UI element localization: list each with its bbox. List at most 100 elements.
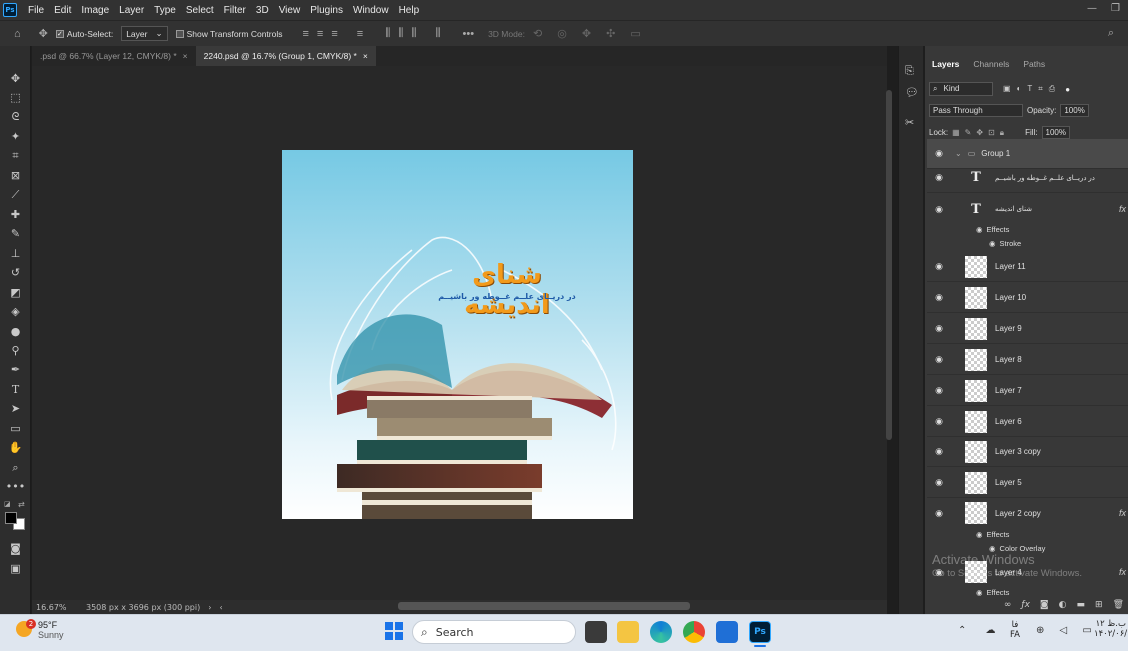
tab-paths[interactable]: Paths — [1016, 59, 1052, 69]
layer-item[interactable]: ◉ Layer 10 — [927, 283, 1128, 313]
eye-icon[interactable]: ◉ — [929, 204, 949, 215]
store-icon[interactable] — [716, 621, 738, 643]
eye-icon[interactable]: ◉ — [929, 323, 949, 334]
horizontal-scrollbar[interactable] — [398, 602, 690, 610]
fx-icon[interactable]: fx — [1119, 508, 1126, 518]
eye-icon[interactable]: ◉ — [929, 172, 949, 183]
opacity-field[interactable]: 100% — [1060, 104, 1089, 117]
kind-filter-dropdown[interactable]: ⌕ Kind — [929, 82, 993, 96]
eye-icon[interactable]: ◉ — [929, 148, 949, 159]
eraser-icon[interactable]: ◩ — [7, 284, 24, 301]
eye-icon[interactable]: ◉ — [929, 385, 949, 396]
hand-tool-icon[interactable]: ✋ — [7, 439, 24, 456]
auto-select-dropdown[interactable]: Layer ⌄ — [121, 26, 168, 41]
tray-icons[interactable]: ⌃ ☁ — [958, 625, 1004, 636]
menu-select[interactable]: Select — [181, 5, 219, 16]
menu-edit[interactable]: Edit — [49, 5, 76, 16]
lasso-tool-icon[interactable]: ᘓ — [7, 108, 24, 125]
eye-icon[interactable]: ◉ — [929, 446, 949, 457]
more-options-icon[interactable]: ••• — [463, 28, 475, 40]
vertical-scrollbar[interactable] — [886, 90, 892, 440]
windows-start-icon[interactable] — [385, 622, 403, 640]
eye-icon[interactable]: ◉ — [929, 354, 949, 365]
quick-mask-icon[interactable]: ◙ — [7, 540, 24, 557]
menu-3d[interactable]: 3D — [251, 5, 274, 16]
filter-type-icons[interactable]: ▣◐T⌗⎙ — [1003, 84, 1061, 94]
move-tool-icon[interactable]: ✥ — [7, 70, 24, 87]
zoom-tool-icon[interactable]: ⌕ — [7, 459, 24, 476]
search-icon[interactable]: ⌕ — [1108, 27, 1114, 40]
layer-item[interactable]: ◉ Layer 7 — [927, 376, 1128, 406]
task-view-icon[interactable] — [585, 621, 607, 643]
stroke-effect-row[interactable]: ◉ Stroke — [989, 239, 1021, 248]
new-layer-icon[interactable]: ⊞ — [1095, 600, 1103, 610]
menu-type[interactable]: Type — [149, 5, 181, 16]
healing-brush-icon[interactable]: ✚ — [7, 206, 24, 223]
fx-icon[interactable]: fx — [1119, 567, 1126, 577]
photoshop-taskbar-icon[interactable]: Ps — [749, 621, 771, 643]
screen-mode-icon[interactable]: ▣ — [7, 560, 24, 577]
home-icon[interactable]: ⌂ — [14, 28, 21, 40]
fx-icon[interactable]: fx — [1119, 204, 1126, 214]
effects-row[interactable]: ◉ Effects — [976, 225, 1009, 234]
file-explorer-icon[interactable] — [617, 621, 639, 643]
eye-icon[interactable]: ◉ — [976, 530, 983, 539]
eye-icon[interactable]: ◉ — [976, 588, 983, 597]
move-tool-icon[interactable]: ✥ — [39, 27, 48, 40]
menu-image[interactable]: Image — [76, 5, 114, 16]
auto-select-checkbox[interactable]: ✓ Auto-Select: — [55, 29, 113, 39]
history-brush-icon[interactable]: ↺ — [7, 264, 24, 281]
close-icon[interactable]: × — [363, 51, 368, 61]
magic-wand-icon[interactable]: ✦ — [7, 128, 24, 145]
layer-item[interactable]: ◉ Layer 5 — [927, 468, 1128, 498]
foreground-color-swatch[interactable] — [5, 512, 17, 524]
path-select-icon[interactable]: ➤ — [7, 400, 24, 417]
swap-colors-icon[interactable]: ⇄ — [18, 500, 25, 509]
effects-row[interactable]: ◉ Effects — [976, 530, 1009, 539]
dodge-tool-icon[interactable]: ⚲ — [7, 342, 24, 359]
properties-icon[interactable]: ✂ — [905, 116, 914, 129]
clock[interactable]: ۱۲ ب.ظ ۱۴۰۲/۰۶/۰۵ — [1094, 619, 1128, 639]
menu-help[interactable]: Help — [394, 5, 425, 16]
layer-item[interactable]: ◉ Layer 11 — [927, 252, 1128, 282]
fill-field[interactable]: 100% — [1041, 126, 1070, 139]
system-tray-icons[interactable]: ⊕ ◁ ▭ — [1036, 625, 1098, 636]
add-style-icon[interactable]: ƒx — [1021, 600, 1030, 610]
eye-icon[interactable]: ◉ — [976, 225, 983, 234]
menu-layer[interactable]: Layer — [114, 5, 149, 16]
menu-view[interactable]: View — [274, 5, 306, 16]
minimize-icon[interactable]: — — [1087, 3, 1097, 14]
chrome-icon[interactable] — [683, 621, 705, 643]
tab-document-2[interactable]: 2240.psd @ 16.7% (Group 1, CMYK/8) * × — [195, 46, 376, 66]
more-tools-icon[interactable]: ••• — [6, 478, 25, 495]
align-icons[interactable]: ≡≡≡ ≡ — [302, 28, 371, 40]
menu-window[interactable]: Window — [348, 5, 394, 16]
layer-text-subtitle[interactable]: ◉ T در دریــای علــم غــوطه ور باشیــم — [927, 163, 1128, 193]
close-icon[interactable]: × — [183, 51, 188, 61]
chevron-left-icon[interactable]: ‹ — [219, 603, 222, 612]
blur-tool-icon[interactable]: ● — [7, 323, 24, 340]
tab-document-1[interactable]: .psd @ 66.7% (Layer 12, CMYK/8) * × — [32, 46, 196, 66]
menu-filter[interactable]: Filter — [219, 5, 251, 16]
eye-icon[interactable]: ◉ — [929, 292, 949, 303]
pen-tool-icon[interactable]: ✒ — [7, 361, 24, 378]
layer-item[interactable]: ◉ Layer 8 — [927, 345, 1128, 375]
tab-layers[interactable]: Layers — [925, 59, 966, 69]
eye-icon[interactable]: ◉ — [989, 239, 996, 248]
menu-file[interactable]: File — [23, 5, 49, 16]
eye-icon[interactable]: ◉ — [929, 508, 949, 519]
delete-layer-icon[interactable]: 🗑︎ — [1113, 600, 1124, 610]
layer-item[interactable]: ◉ Layer 3 copy — [927, 437, 1128, 467]
chevron-down-icon[interactable]: ⌄ — [955, 149, 962, 158]
language-indicator[interactable]: فا FA — [1010, 620, 1020, 640]
default-colors-icon[interactable]: ◪ — [4, 500, 13, 509]
restore-icon[interactable]: ❐ — [1111, 3, 1120, 14]
type-tool-icon[interactable]: T — [7, 381, 24, 398]
eyedropper-icon[interactable]: ⟋ — [7, 186, 24, 203]
eye-icon[interactable]: ◉ — [929, 416, 949, 427]
comments-icon[interactable]: 💬︎ — [905, 86, 919, 99]
crop-tool-icon[interactable]: ⌗ — [7, 147, 24, 164]
taskbar-search[interactable]: ⌕ Search — [412, 620, 576, 644]
link-layers-icon[interactable]: ∞ — [1004, 600, 1012, 610]
edge-browser-icon[interactable] — [650, 621, 672, 643]
